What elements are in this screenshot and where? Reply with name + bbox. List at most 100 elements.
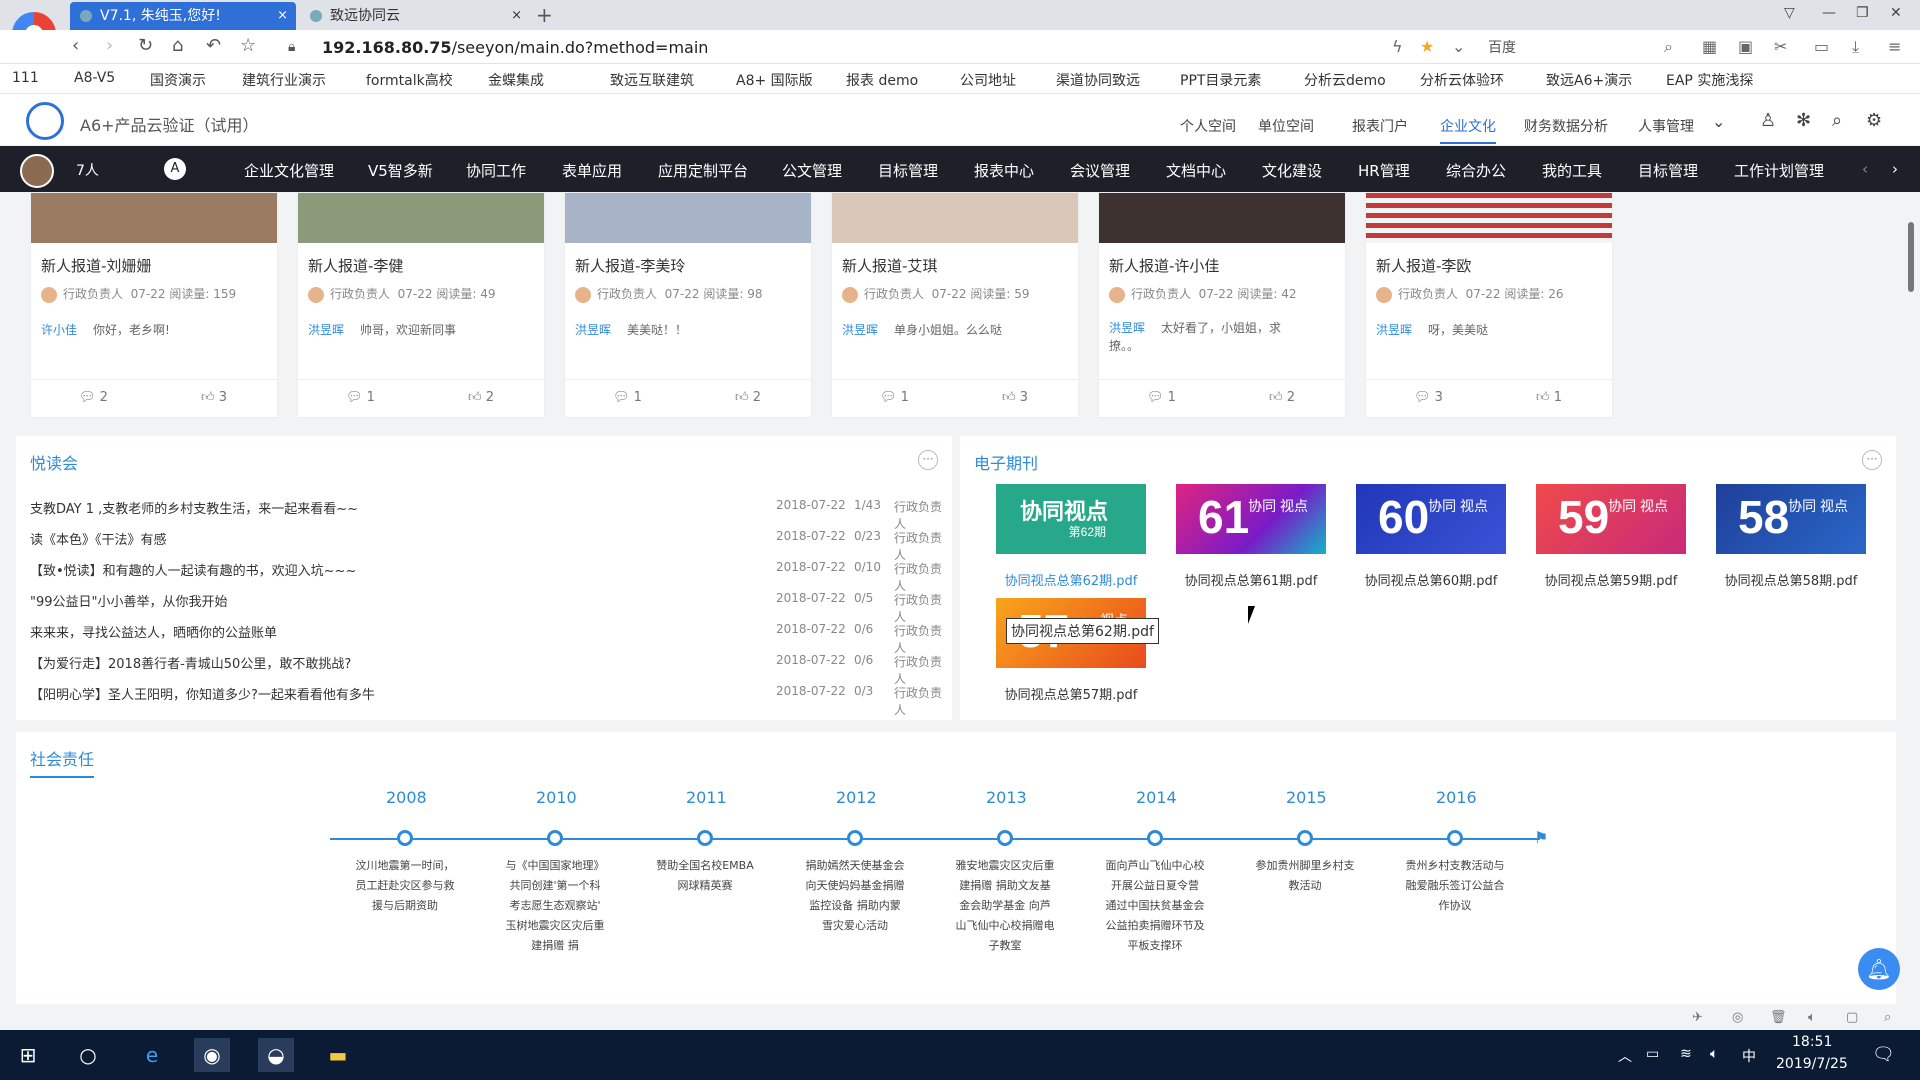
news-card[interactable]: 新人报道-李美玲 行政负责人 07-22 阅读量: 98 洪昱晖 美美哒！！ 💬︎… bbox=[564, 192, 812, 418]
topnav-item-active[interactable]: 企业文化 bbox=[1440, 116, 1496, 144]
comment-count[interactable]: 💬︎ 1 bbox=[880, 390, 909, 405]
magazine-cover[interactable]: 协同视点 第62期 bbox=[996, 484, 1146, 554]
bookmark-item[interactable]: PPT目录元素 bbox=[1180, 70, 1261, 90]
comment-count[interactable]: 💬︎ 1 bbox=[613, 390, 642, 405]
list-item[interactable]: "99公益日"小小善举，从你我开始 2018-07-22 0/5 行政负责人 bbox=[30, 591, 950, 624]
windows-start-icon[interactable]: ⊞ bbox=[10, 1038, 46, 1072]
like-count[interactable]: 👍︎ 3 bbox=[201, 390, 227, 405]
bookmark-item[interactable]: 分析云demo bbox=[1304, 70, 1386, 90]
magazine-caption[interactable]: 协同视点总第60期.pdf bbox=[1356, 570, 1506, 589]
comment-count[interactable]: 💬︎ 3 bbox=[1414, 390, 1443, 405]
download-icon[interactable]: ⤓ bbox=[1852, 37, 1859, 57]
bookmark-item[interactable]: 报表 demo bbox=[846, 70, 918, 90]
list-item[interactable]: 【致•悦读】和有趣的人一起读有趣的书，欢迎入坑~~~ 2018-07-22 0/10… bbox=[30, 560, 950, 593]
bookmark-item[interactable]: 致远互联建筑 bbox=[610, 70, 694, 90]
comment-count[interactable]: 💬︎ 1 bbox=[1147, 390, 1176, 405]
menu-icon[interactable]: ≡ bbox=[1888, 37, 1901, 56]
gear-cluster-icon[interactable]: ✻ bbox=[1796, 110, 1811, 131]
list-item[interactable]: 【阳明心学】圣人王阳明，你知道多少?一起来看看他有多牛 2018-07-22 0/3… bbox=[30, 684, 950, 717]
bookmark-item[interactable]: EAP 实施浅探 bbox=[1666, 70, 1753, 90]
avatar[interactable] bbox=[20, 154, 54, 188]
chevron-down-icon[interactable]: ⌄ bbox=[1712, 112, 1725, 131]
favorite-star-icon[interactable]: ★ bbox=[1420, 37, 1434, 56]
minimize-icon[interactable]: — bbox=[1822, 5, 1836, 21]
news-title[interactable]: 新人报道-李美玲 bbox=[575, 255, 685, 276]
dropdown-icon[interactable]: ⌄ bbox=[1452, 37, 1465, 56]
battery-tray-icon[interactable]: ▭ bbox=[1646, 1046, 1659, 1062]
ie-icon[interactable]: e bbox=[134, 1038, 170, 1072]
comment-count[interactable]: 💬︎ 1 bbox=[346, 390, 375, 405]
scissors-icon[interactable]: ✂ bbox=[1774, 37, 1787, 56]
mainnav-item[interactable]: 表单应用 bbox=[562, 160, 622, 181]
wifi-icon[interactable]: ≋ bbox=[1680, 1046, 1692, 1062]
magazine-cover[interactable]: 60 协同 视点 bbox=[1356, 484, 1506, 554]
home-icon[interactable]: ⌂ bbox=[172, 35, 183, 56]
notification-bell-icon[interactable]: 🔔︎ bbox=[1858, 948, 1900, 990]
star-icon[interactable]: ☆ bbox=[240, 35, 256, 56]
timeline-dot[interactable] bbox=[697, 830, 713, 846]
search-icon[interactable]: ⌕ bbox=[1664, 37, 1673, 57]
mainnav-item[interactable]: 会议管理 bbox=[1070, 160, 1130, 181]
timeline-dot[interactable] bbox=[1447, 830, 1463, 846]
list-item[interactable]: 来来来，寻找公益达人，晒晒你的公益账单 2018-07-22 0/6 行政负责人 bbox=[30, 622, 950, 655]
mainnav-item[interactable]: 公文管理 bbox=[782, 160, 842, 181]
nav-next-icon[interactable]: › bbox=[1892, 160, 1898, 178]
close-window-icon[interactable]: ✕ bbox=[1890, 5, 1902, 21]
topnav-item[interactable]: 报表门户 bbox=[1352, 116, 1408, 136]
news-card[interactable]: 新人报道-艾琪 行政负责人 07-22 阅读量: 59 洪昱晖 单身小姐姐。么么哒… bbox=[831, 192, 1079, 418]
tab-close-icon[interactable]: × bbox=[511, 2, 522, 30]
bookmark-item[interactable]: 111 bbox=[12, 70, 39, 86]
notification-center-icon[interactable]: 🗨︎ bbox=[1872, 1044, 1895, 1065]
mainnav-item[interactable]: 综合办公 bbox=[1446, 160, 1506, 181]
url-field[interactable]: 192.168.80.75/seeyon/main.do?method=main bbox=[322, 38, 708, 57]
topnav-item[interactable]: 个人空间 bbox=[1180, 116, 1236, 136]
mainnav-item[interactable]: HR管理 bbox=[1358, 160, 1410, 181]
topnav-item[interactable]: 单位空间 bbox=[1258, 116, 1314, 136]
bookmark-item[interactable]: 渠道协同致远 bbox=[1056, 70, 1140, 90]
list-item[interactable]: 支教DAY 1 ,支教老师的乡村支教生活，来一起来看看~~ 2018-07-22 1… bbox=[30, 498, 950, 531]
tab-close-icon[interactable]: × bbox=[277, 2, 288, 30]
bookmark-item[interactable]: 金蝶集成 bbox=[488, 70, 544, 90]
reading-title[interactable]: 悦读会 bbox=[30, 450, 78, 474]
mainnav-item[interactable]: 文化建设 bbox=[1262, 160, 1322, 181]
magazine-caption[interactable]: 协同视点总第58期.pdf bbox=[1716, 570, 1866, 589]
mainnav-item[interactable]: 目标管理 bbox=[1638, 160, 1698, 181]
clock-time[interactable]: 18:51 bbox=[1792, 1034, 1832, 1050]
restore-icon[interactable]: ❐ bbox=[1856, 5, 1869, 21]
zoom-icon[interactable]: ⌕ bbox=[1884, 1010, 1891, 1025]
lightning-icon[interactable]: ϟ bbox=[1392, 37, 1403, 56]
magazine-cover[interactable]: 58 协同 视点 bbox=[1716, 484, 1866, 554]
more-icon[interactable]: ··· bbox=[1862, 450, 1882, 470]
volume-icon[interactable]: 🔈︎ bbox=[1808, 1010, 1816, 1025]
magazine-title[interactable]: 电子期刊 bbox=[974, 450, 1038, 474]
window-icon[interactable]: ▢ bbox=[1846, 1010, 1858, 1025]
back-icon[interactable]: ‹ bbox=[72, 35, 79, 56]
bookmark-item[interactable]: 建筑行业演示 bbox=[242, 70, 326, 90]
nav-prev-icon[interactable]: ‹ bbox=[1862, 160, 1868, 178]
tray-chevron-icon[interactable]: ︿ bbox=[1618, 1046, 1632, 1066]
bookmark-item[interactable]: 公司地址 bbox=[960, 70, 1016, 90]
news-card[interactable]: 新人报道-李欧 行政负责人 07-22 阅读量: 26 洪昱晖 呀，美美哒 💬︎ … bbox=[1365, 192, 1613, 418]
mainnav-item[interactable]: 我的工具 bbox=[1542, 160, 1602, 181]
magazine-caption[interactable]: 协同视点总第61期.pdf bbox=[1176, 570, 1326, 589]
news-card[interactable]: 新人报道-李健 行政负责人 07-22 阅读量: 49 洪昱晖 帅哥，欢迎新同事 … bbox=[297, 192, 545, 418]
scrollbar-thumb[interactable] bbox=[1908, 222, 1914, 292]
pin-icon[interactable]: ▽ bbox=[1784, 5, 1795, 21]
timeline-dot[interactable] bbox=[547, 830, 563, 846]
mainnav-item[interactable]: 报表中心 bbox=[974, 160, 1034, 181]
like-count[interactable]: 👍︎ 3 bbox=[1002, 390, 1028, 405]
settings-icon[interactable]: ⚙ bbox=[1866, 110, 1882, 131]
news-title[interactable]: 新人报道-李欧 bbox=[1376, 255, 1471, 276]
app-taskbar-icon[interactable]: ◒ bbox=[258, 1038, 294, 1072]
bookmark-item[interactable]: A8-V5 bbox=[74, 70, 115, 86]
bookmark-item[interactable]: 国资演示 bbox=[150, 70, 206, 90]
user-icon[interactable]: ♙ bbox=[1760, 110, 1776, 131]
social-title[interactable]: 社会责任 bbox=[30, 746, 95, 778]
magazine-caption[interactable]: 协同视点总第57期.pdf bbox=[996, 684, 1146, 703]
list-item[interactable]: 读《本色》《干法》有感 2018-07-22 0/23 行政负责人 bbox=[30, 529, 950, 562]
mainnav-item[interactable]: V5智多新 bbox=[368, 160, 433, 181]
magazine-caption[interactable]: 协同视点总第59期.pdf bbox=[1536, 570, 1686, 589]
timeline-dot[interactable] bbox=[397, 830, 413, 846]
like-count[interactable]: 👍︎ 1 bbox=[1536, 390, 1562, 405]
timeline-dot[interactable] bbox=[1297, 830, 1313, 846]
